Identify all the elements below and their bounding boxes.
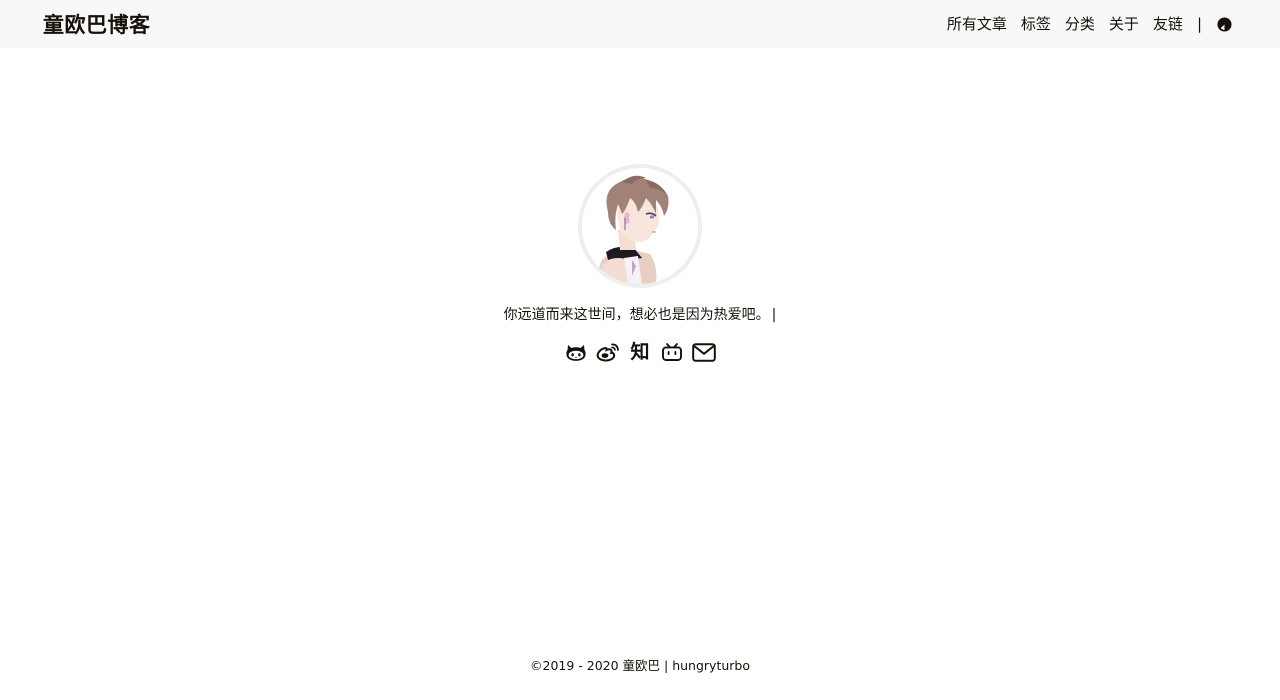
zhihu-icon[interactable]: 知 bbox=[628, 340, 652, 364]
site-brand-link[interactable]: 童欧巴博客 bbox=[43, 9, 151, 39]
mail-icon[interactable] bbox=[692, 340, 716, 364]
bilibili-icon[interactable] bbox=[660, 340, 684, 364]
nav-link-friends[interactable]: 友链 bbox=[1153, 0, 1183, 48]
weibo-icon[interactable] bbox=[596, 340, 620, 364]
github-icon[interactable] bbox=[564, 340, 588, 364]
hero-section: 你远道而来这世间，想必也是因为热爱吧。 | 知 bbox=[0, 48, 1280, 648]
theme-toggle-icon[interactable] bbox=[1216, 16, 1232, 32]
typing-cursor: | bbox=[771, 307, 777, 323]
nav-link-all-posts[interactable]: 所有文章 bbox=[947, 0, 1007, 48]
social-links: 知 bbox=[0, 340, 1280, 364]
copyright-symbol: © bbox=[530, 658, 543, 673]
main-nav: 所有文章 标签 分类 关于 友链 | bbox=[947, 0, 1232, 48]
nav-link-categories[interactable]: 分类 bbox=[1065, 0, 1095, 48]
nav-separator: | bbox=[1196, 15, 1202, 33]
site-header: 童欧巴博客 所有文章 标签 分类 关于 友链 | bbox=[0, 0, 1280, 48]
avatar-illustration bbox=[582, 168, 698, 284]
site-footer: ©2019 - 2020 童欧巴 | hungryturbo bbox=[0, 655, 1280, 674]
subtitle-text: 你远道而来这世间，想必也是因为热爱吧。 bbox=[503, 307, 770, 323]
avatar[interactable] bbox=[578, 164, 702, 288]
hero-subtitle: 你远道而来这世间，想必也是因为热爱吧。 | bbox=[0, 304, 1280, 324]
nav-link-about[interactable]: 关于 bbox=[1109, 0, 1139, 48]
footer-text: 2019 - 2020 童欧巴 | hungryturbo bbox=[542, 658, 751, 673]
zhihu-glyph: 知 bbox=[630, 341, 650, 363]
nav-link-tags[interactable]: 标签 bbox=[1021, 0, 1051, 48]
